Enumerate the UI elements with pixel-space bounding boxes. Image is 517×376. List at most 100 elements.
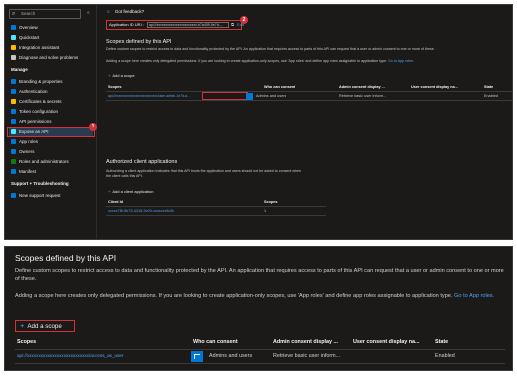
sidebar-item-owners[interactable]: Owners	[9, 147, 93, 156]
add-client-label: Add a client application	[112, 189, 154, 194]
step-badge-2: 2	[240, 16, 248, 24]
azure-portal-screenshot: ⌕ Search « Overview Quickstart Integration…	[4, 4, 513, 240]
collapse-icon[interactable]: «	[87, 10, 90, 16]
col-admin: Admin consent display ...	[273, 339, 338, 345]
search-input[interactable]: ⌕ Search	[9, 9, 81, 19]
client-scopes-value: 1	[264, 209, 267, 213]
sidebar-item-label: Authentication	[19, 89, 48, 94]
sidebar-item-overview[interactable]: Overview	[9, 23, 93, 32]
table-row: xxxxx7f8-5b73-4316-9c09-xxxxxxx5c2b 1	[106, 207, 326, 216]
add-client-button[interactable]: + Add a client application	[108, 189, 153, 194]
scopes-description: Define custom scopes to restrict access …	[15, 268, 504, 282]
sidebar-section-heading: Support + Troubleshooting	[11, 181, 69, 186]
sidebar-item-branding-properties[interactable]: Branding & properties	[9, 77, 93, 86]
sidebar-item-label: Overview	[19, 25, 38, 30]
col-who: Who can consent	[264, 85, 296, 89]
sidebar-section-heading: Manage	[11, 67, 28, 72]
scopes-description: Define custom scopes to restrict access …	[106, 47, 435, 51]
sidebar: ⌕ Search « Overview Quickstart Integration…	[5, 5, 97, 239]
scope-highlight	[202, 92, 248, 100]
client-id-link[interactable]: xxxxx7f8-5b73-4316-9c09-xxxxxxx5c2b	[108, 209, 174, 213]
expose-api-highlight	[7, 126, 95, 137]
scopes-desc2-text: Adding a scope here creates only delegat…	[106, 59, 388, 63]
zoomed-scopes-screenshot: Scopes defined by this API Define custom…	[4, 246, 513, 371]
table-header: Client Id Scopes	[106, 198, 326, 207]
sidebar-item-label: Integration assistant	[19, 45, 60, 50]
sidebar-item-label: Branding & properties	[19, 79, 63, 84]
scopes-table: Scopes Who can consent Admin consent dis…	[106, 83, 512, 101]
sidebar-item-token-configuration[interactable]: Token configuration	[9, 107, 93, 116]
nav-icon	[11, 149, 16, 154]
plus-icon: +	[108, 189, 111, 194]
col-client-id: Client Id	[108, 200, 123, 204]
plus-icon: +	[20, 321, 25, 330]
sidebar-item-label: API permissions	[19, 119, 52, 124]
sidebar-item-new-support-request[interactable]: New support request	[9, 191, 93, 200]
col-client-scopes: Scopes	[264, 200, 278, 204]
add-scope-button[interactable]: + Add a scope	[15, 320, 75, 332]
sidebar-item-diagnose-and-solve-problems[interactable]: Diagnose and solve problems	[9, 53, 93, 62]
state-value: Enabled	[435, 353, 455, 359]
copy-scope-icon[interactable]	[246, 93, 253, 100]
sidebar-item-app-roles[interactable]: App roles	[9, 137, 93, 146]
nav-icon	[11, 119, 16, 124]
feedback-icon: ☺	[106, 9, 111, 14]
nav-icon	[11, 99, 16, 104]
goto-approles-link[interactable]: Go to App roles.	[388, 59, 414, 63]
sidebar-item-roles-and-administrators[interactable]: Roles and administrators	[9, 157, 93, 166]
search-icon: ⌕	[12, 11, 16, 17]
sidebar-item-certificates-secrets[interactable]: Certificates & secrets	[9, 97, 93, 106]
scopes-desc2-text: Adding a scope here creates only delegat…	[15, 293, 453, 299]
auth-clients-heading: Authorized client applications	[106, 159, 178, 165]
sidebar-item-label: Certificates & secrets	[19, 99, 62, 104]
sidebar-item-label: App roles	[19, 139, 39, 144]
feedback-link[interactable]: ☺ Got feedback?	[106, 9, 144, 14]
state-value: Enabled	[484, 94, 498, 98]
nav-icon	[11, 79, 16, 84]
scopes-heading: Scopes defined by this API	[15, 253, 117, 263]
col-scopes: Scopes	[17, 339, 37, 345]
clients-table: Client Id Scopes xxxxx7f8-5b73-4316-9c09…	[106, 198, 326, 216]
scopes-table: Scopes Who can consent Admin consent dis…	[15, 336, 505, 364]
scopes-description-2: Adding a scope here creates only delegat…	[106, 59, 506, 64]
who-value: Admins and users	[256, 94, 287, 98]
nav-icon	[11, 139, 16, 144]
table-row: api://xxxxxxxxxxxxxxxxxxxxxxxxx/user.adm…	[106, 92, 512, 101]
nav-icon	[11, 55, 16, 60]
plus-icon: +	[108, 73, 111, 78]
sidebar-item-authentication[interactable]: Authentication	[9, 87, 93, 96]
col-admin: Admin consent display ...	[339, 85, 385, 89]
scopes-description-2: Adding a scope here creates only delegat…	[15, 292, 505, 300]
col-state: State	[435, 339, 449, 345]
auth-clients-description: Authorizing a client application indicat…	[106, 169, 301, 178]
add-scope-button[interactable]: + Add a scope	[108, 73, 135, 78]
sidebar-item-quickstart[interactable]: Quickstart	[9, 33, 93, 42]
nav-icon	[11, 169, 16, 174]
sidebar-item-label: Quickstart	[19, 35, 40, 40]
copy-scope-icon[interactable]	[191, 351, 203, 362]
admin-value: Retrieve basic user inform...	[339, 94, 387, 98]
feedback-label: Got feedback?	[114, 9, 145, 14]
application-id-uri-field: Application ID URI : api://xxxxxxxxxxxxx…	[106, 20, 244, 30]
sidebar-item-label: Roles and administrators	[19, 159, 69, 164]
col-user: User consent display na...	[411, 85, 458, 89]
col-who: Who can consent	[193, 339, 238, 345]
sidebar-item-api-permissions[interactable]: API permissions	[9, 117, 93, 126]
scope-link[interactable]: api://xxxxxxxxxxxxxxxxxxxxxxxxxxx/access…	[17, 353, 187, 358]
col-user: User consent display na...	[353, 339, 420, 345]
nav-icon	[11, 35, 16, 40]
who-value: Admins and users	[209, 353, 253, 359]
add-scope-label: Add a scope	[27, 323, 62, 330]
appid-value[interactable]: api://xxxxxxxxxxxxxxxxxxxxxxx-b7a409-9e7…	[147, 22, 230, 28]
copy-icon[interactable]: ⧉	[231, 22, 234, 27]
nav-icon	[11, 159, 16, 164]
table-header: Scopes Who can consent Admin consent dis…	[15, 336, 505, 350]
add-scope-label: Add a scope	[112, 73, 135, 78]
nav-icon	[11, 89, 16, 94]
sidebar-item-integration-assistant[interactable]: Integration assistant	[9, 43, 93, 52]
appid-label: Application ID URI :	[109, 22, 144, 28]
nav-icon	[11, 193, 16, 198]
sidebar-item-manifest[interactable]: Manifest	[9, 167, 93, 176]
goto-approles-link[interactable]: Go to App roles.	[454, 293, 494, 299]
admin-value: Retrieve basic user inform...	[273, 353, 341, 359]
